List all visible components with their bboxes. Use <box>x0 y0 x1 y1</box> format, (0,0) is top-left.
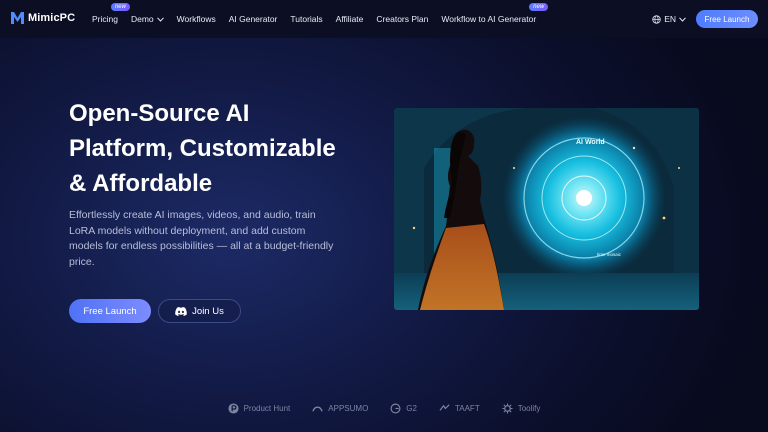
toolify-icon <box>502 402 513 414</box>
hero-title: Open-Source AI Platform, Customizable & … <box>69 96 379 201</box>
taaft-icon <box>439 403 450 411</box>
partner-name: G2 <box>406 403 417 413</box>
language-label: EN <box>664 14 676 24</box>
nav-menu: Pricing new Demo Workflows AI Generator … <box>92 0 549 38</box>
hero-title-line: Platform, Customizable <box>69 135 336 162</box>
nav-item-ai-generator[interactable]: AI Generator <box>229 14 278 24</box>
partner-appsumo[interactable]: APPSUMO <box>312 403 368 414</box>
nav-item-affiliate[interactable]: Affiliate <box>336 14 364 24</box>
nav-item-tutorials[interactable]: Tutorials <box>290 14 322 24</box>
nav-item-workflows[interactable]: Workflows <box>177 14 216 24</box>
nav-item-label: AI Generator <box>228 14 278 24</box>
partner-toolify[interactable]: Toolify <box>502 402 541 414</box>
language-selector[interactable]: EN <box>652 14 686 24</box>
nav-item-creators-plan[interactable]: Creators Plan <box>376 14 428 24</box>
hero-title-line: & Affordable <box>69 170 213 197</box>
hero-illustration: AI World time mosaic <box>394 108 699 310</box>
nav-item-label: Workflows <box>176 14 216 24</box>
nav-item-label: Pricing <box>92 14 118 24</box>
join-us-label: Join Us <box>192 305 224 317</box>
g2-icon <box>390 403 401 413</box>
nav-right: EN Free Launch <box>652 0 758 38</box>
new-badge: new <box>110 3 130 11</box>
nav-item-label: Workflow to AI Generator <box>441 14 537 24</box>
brand-name: MimicPC <box>28 12 76 24</box>
partner-name: Product Hunt <box>243 403 291 413</box>
nav-item-label: Creators Plan <box>376 14 429 24</box>
chevron-down-icon <box>156 16 164 22</box>
partner-product-hunt[interactable]: Product Hunt <box>228 402 291 414</box>
nav-free-launch-button[interactable]: Free Launch <box>696 10 758 28</box>
partner-g2[interactable]: G2 <box>390 403 417 414</box>
nav-item-pricing[interactable]: Pricing new <box>92 3 130 24</box>
nav-item-label: Tutorials <box>290 14 323 24</box>
hero-free-launch-button[interactable]: Free Launch <box>69 299 151 323</box>
globe-icon <box>652 14 661 24</box>
join-us-button[interactable]: Join Us <box>158 299 241 323</box>
hero-title-line: Open-Source AI <box>69 100 250 127</box>
top-navbar: MimicPC Pricing new Demo Workflows AI Ge… <box>0 0 768 38</box>
hero-image: AI World time mosaic <box>394 108 699 310</box>
brand-logo[interactable]: MimicPC <box>10 11 75 25</box>
nav-item-label: Demo <box>130 14 154 24</box>
partner-taaft[interactable]: TAAFT <box>439 403 480 414</box>
portal-caption-bottom: time mosaic <box>597 252 622 257</box>
partner-name: APPSUMO <box>328 403 369 413</box>
hero-description: Effortlessly create AI images, videos, a… <box>69 209 334 268</box>
chevron-down-icon <box>679 16 686 22</box>
partner-logos: Product Hunt APPSUMO G2 TAAFT Toolify <box>0 400 768 416</box>
nav-item-label: Affiliate <box>335 14 364 24</box>
discord-icon <box>175 306 187 316</box>
appsumo-icon <box>312 405 324 412</box>
product-hunt-icon <box>228 402 239 414</box>
mimicpc-logo-icon <box>11 12 24 24</box>
partner-name: TAAFT <box>454 403 480 413</box>
new-badge: new <box>529 3 549 11</box>
portal-caption-top: AI World <box>576 139 605 146</box>
nav-item-demo[interactable]: Demo <box>131 14 164 24</box>
partner-name: Toolify <box>517 403 541 413</box>
nav-item-workflow-to-ai-generator[interactable]: Workflow to AI Generator new <box>441 3 549 24</box>
